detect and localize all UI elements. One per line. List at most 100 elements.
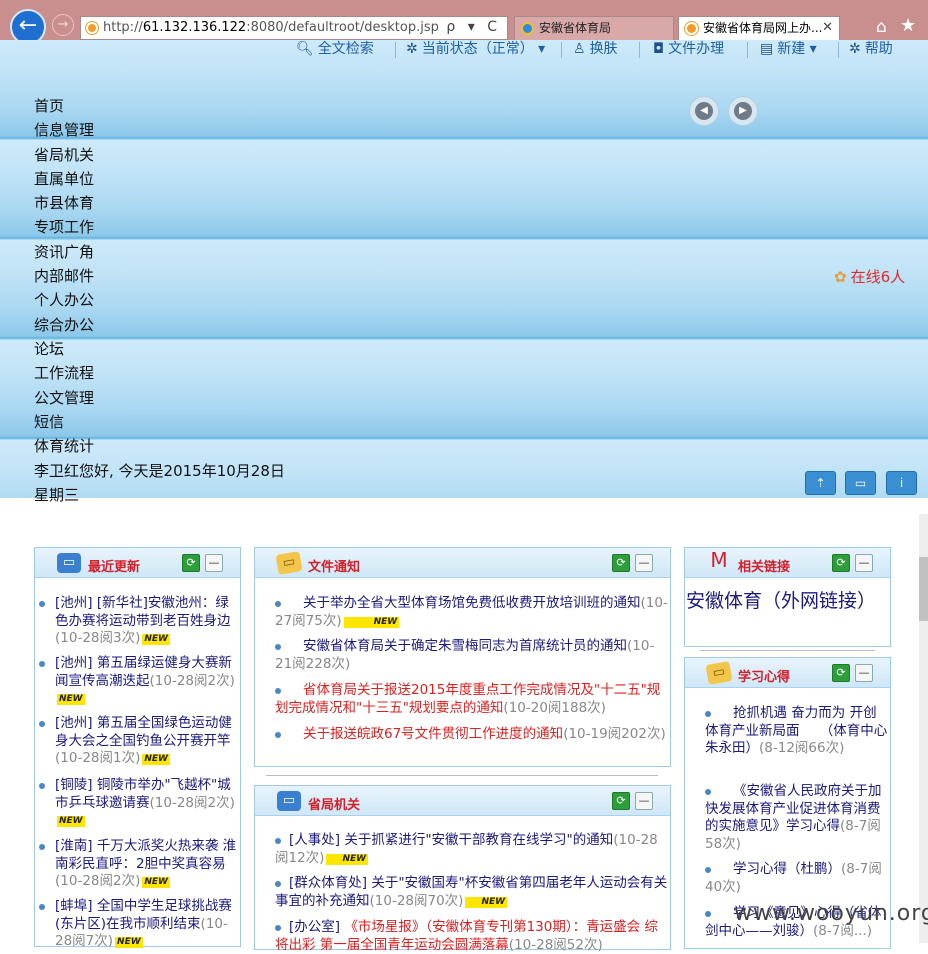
chat-icon: ▭ xyxy=(57,553,81,573)
list-item[interactable]: 关于报送皖政67号文件贯彻工作进度的通知(10-19阅202次) xyxy=(275,726,669,744)
nav-item-general-office[interactable]: 综合办公 xyxy=(34,314,334,338)
list-item[interactable]: [群众体育处] 关于"安徽国寿"杯安徽省第四届老年人运动会有关事宜的补充通知(1… xyxy=(275,875,669,910)
info-button[interactable]: i xyxy=(886,471,917,495)
list-item[interactable]: 关于举办全省大型体育场馆免费低收费开放培训班的通知(10-27阅75次) NEW xyxy=(275,595,669,630)
menu-separator xyxy=(395,42,396,58)
bullet-icon xyxy=(39,844,45,850)
address-tools[interactable]: ρ ▾ C xyxy=(446,19,501,35)
new-badge: NEW xyxy=(57,694,85,705)
skin-menu[interactable]: ♙ 换肤 xyxy=(573,40,618,60)
browser-tab[interactable]: 安徽省体育局 xyxy=(514,16,674,40)
portlet-title: 省局机关 xyxy=(308,798,361,813)
fulltext-search-menu[interactable]: 🔍︎ 全文检索 xyxy=(296,40,374,60)
refresh-button[interactable]: ⟳ xyxy=(832,664,850,682)
list-item[interactable]: [池州] [新华社]安徽池州：绿色办赛将运动带到老百姓身边(10-28阅3次) N… xyxy=(39,595,241,648)
portlet-header: ▭ 最近更新 ⟳ — xyxy=(35,548,240,578)
list-item[interactable]: 学习心得（杜鹏）(8-7阅40次) xyxy=(705,861,889,896)
portlet-title: 学习心得 xyxy=(738,670,791,685)
home-icon[interactable]: ⌂ xyxy=(876,17,887,37)
bullet-icon xyxy=(39,721,45,727)
nav-item-city-county-sports[interactable]: 市县体育 xyxy=(34,192,334,216)
tools-button[interactable]: ⇡ xyxy=(805,471,836,495)
site-favicon-icon xyxy=(86,22,98,34)
nav-item-affiliated-units[interactable]: 直属单位 xyxy=(34,168,334,192)
list-item[interactable]: 《安徽省人民政府关于加快发展体育产业促进体育消费的实施意见》学习心得(8-7阅5… xyxy=(705,783,889,853)
greeting-weekday: 星期三 xyxy=(34,486,80,504)
nav-item-special-work[interactable]: 专项工作 xyxy=(34,216,334,240)
nav-item-home[interactable]: 首页 xyxy=(34,95,334,119)
menu-separator xyxy=(561,42,562,58)
users-icon: ✿ xyxy=(834,268,847,286)
list-item[interactable]: 省体育局关于报送2015年度重点工作完成情况及"十二五"规划完成情况和"十三五"… xyxy=(275,682,669,717)
back-arrow-icon: ← xyxy=(18,13,38,38)
nav-item-personal-office[interactable]: 个人办公 xyxy=(34,289,334,313)
ie-tab-icon xyxy=(521,22,534,35)
file-handling-menu[interactable]: ◘ 文件办理 xyxy=(653,40,724,60)
list-item[interactable]: 安徽省体育局关于确定朱雪梅同志为首席统计员的通知(10-21阅228次) xyxy=(275,638,669,673)
browser-tab-active[interactable]: 安徽省体育局网上办... ✕ xyxy=(678,16,840,40)
forward-button[interactable]: → xyxy=(52,14,74,36)
minimize-button[interactable]: — xyxy=(635,554,653,572)
portlet-header: M 相关链接 ⟳ — xyxy=(685,548,890,578)
list-item[interactable]: [人事处] 关于抓紧进行"安徽干部教育在线学习"的通知(10-28阅12次) NE… xyxy=(275,832,669,867)
minimize-button[interactable]: — xyxy=(855,664,873,682)
new-badge: NEW xyxy=(57,816,85,827)
chat-icon: ▭ xyxy=(277,791,301,811)
mail-icon: M xyxy=(710,548,728,572)
site-tab-icon xyxy=(685,22,698,35)
bullet-icon xyxy=(275,838,281,844)
minimize-button[interactable]: — xyxy=(635,792,653,810)
status-menu[interactable]: ✲ 当前状态（正常） ▾ xyxy=(406,40,545,60)
bullet-icon xyxy=(705,711,711,717)
notice-icon: ▭ xyxy=(275,551,303,575)
list-item[interactable]: [铜陵] 铜陵市举办"飞越杯"城市乒乓球邀请赛(10-28阅2次)NEW xyxy=(39,777,241,830)
new-menu[interactable]: ▤ 新建 ▾ xyxy=(760,40,817,60)
bullet-icon xyxy=(705,911,711,917)
nav-item-sms[interactable]: 短信 xyxy=(34,411,334,435)
scrollbar-thumb[interactable] xyxy=(919,557,928,621)
bullet-icon xyxy=(275,688,281,694)
desktop-button[interactable]: ▭ xyxy=(845,471,876,495)
minimize-button[interactable]: — xyxy=(205,554,223,572)
refresh-button[interactable]: ⟳ xyxy=(612,792,630,810)
external-link-anhui-sports[interactable]: 安徽体育（外网链接） xyxy=(686,590,886,613)
favorites-star-icon[interactable]: ★ xyxy=(900,15,916,36)
bullet-icon xyxy=(39,601,45,607)
new-badge: NEW xyxy=(326,853,369,865)
nav-prev-button[interactable]: ◀ xyxy=(689,96,719,126)
refresh-button[interactable]: ⟳ xyxy=(182,554,200,572)
nav-item-internal-mail[interactable]: 内部邮件 xyxy=(34,265,334,289)
chevron-left-icon: ◀ xyxy=(695,102,713,120)
list-item[interactable]: [办公室] 《市场星报》（安徽体育专刊第130期）：青运盛会 综将出彩 第一届全… xyxy=(275,919,669,954)
nav-item-news[interactable]: 资讯广角 xyxy=(34,241,334,265)
nav-item-sports-statistics[interactable]: 体育统计 xyxy=(34,435,334,459)
minimize-button[interactable]: — xyxy=(855,554,873,572)
nav-item-bureau[interactable]: 省局机关 xyxy=(34,144,334,168)
list-item[interactable]: [淮南] 千万大派奖火热来袭 淮南彩民直呼：2胆中奖真容易(10-28阅2次) N… xyxy=(39,838,241,891)
list-item[interactable]: [池州] 第五届全国绿色运动健身大会之全国钓鱼公开赛开竿(10-28阅1次) NE… xyxy=(39,715,241,768)
menu-separator xyxy=(747,42,748,58)
online-users[interactable]: ✿ 在线6人 xyxy=(834,266,905,287)
list-item[interactable]: [池州] 第五届绿运健身大赛新闻宣传高潮迭起(10-28阅2次)NEW xyxy=(39,655,241,708)
refresh-button[interactable]: ⟳ xyxy=(832,554,850,572)
new-badge: NEW xyxy=(142,877,170,888)
list-item[interactable]: 抢抓机遇 奋力而为 开创体育产业新局面 （体育中心 朱永田）(8-12阅66次) xyxy=(705,705,914,758)
help-menu[interactable]: ✲ 帮助 xyxy=(849,40,893,60)
url-text: http://61.132.136.122:8080/defaultroot/d… xyxy=(103,20,439,35)
divider xyxy=(700,650,875,651)
menu-separator xyxy=(639,42,640,58)
nav-item-info-management[interactable]: 信息管理 xyxy=(34,119,334,143)
portlet-title: 最近更新 xyxy=(88,560,141,575)
bullet-icon xyxy=(275,601,281,607)
nav-next-button[interactable]: ▶ xyxy=(728,96,758,126)
nav-item-forum[interactable]: 论坛 xyxy=(34,338,334,362)
dropdown-arrow-icon: ▾ xyxy=(805,41,817,57)
divider xyxy=(266,775,658,776)
nav-item-document-management[interactable]: 公文管理 xyxy=(34,387,334,411)
address-bar[interactable]: http://61.132.136.122:8080/defaultroot/d… xyxy=(80,16,508,40)
bullet-icon xyxy=(275,881,281,887)
bullet-icon xyxy=(705,867,711,873)
refresh-button[interactable]: ⟳ xyxy=(612,554,630,572)
close-tab-icon[interactable]: ✕ xyxy=(822,17,833,39)
nav-item-workflow[interactable]: 工作流程 xyxy=(34,362,334,386)
